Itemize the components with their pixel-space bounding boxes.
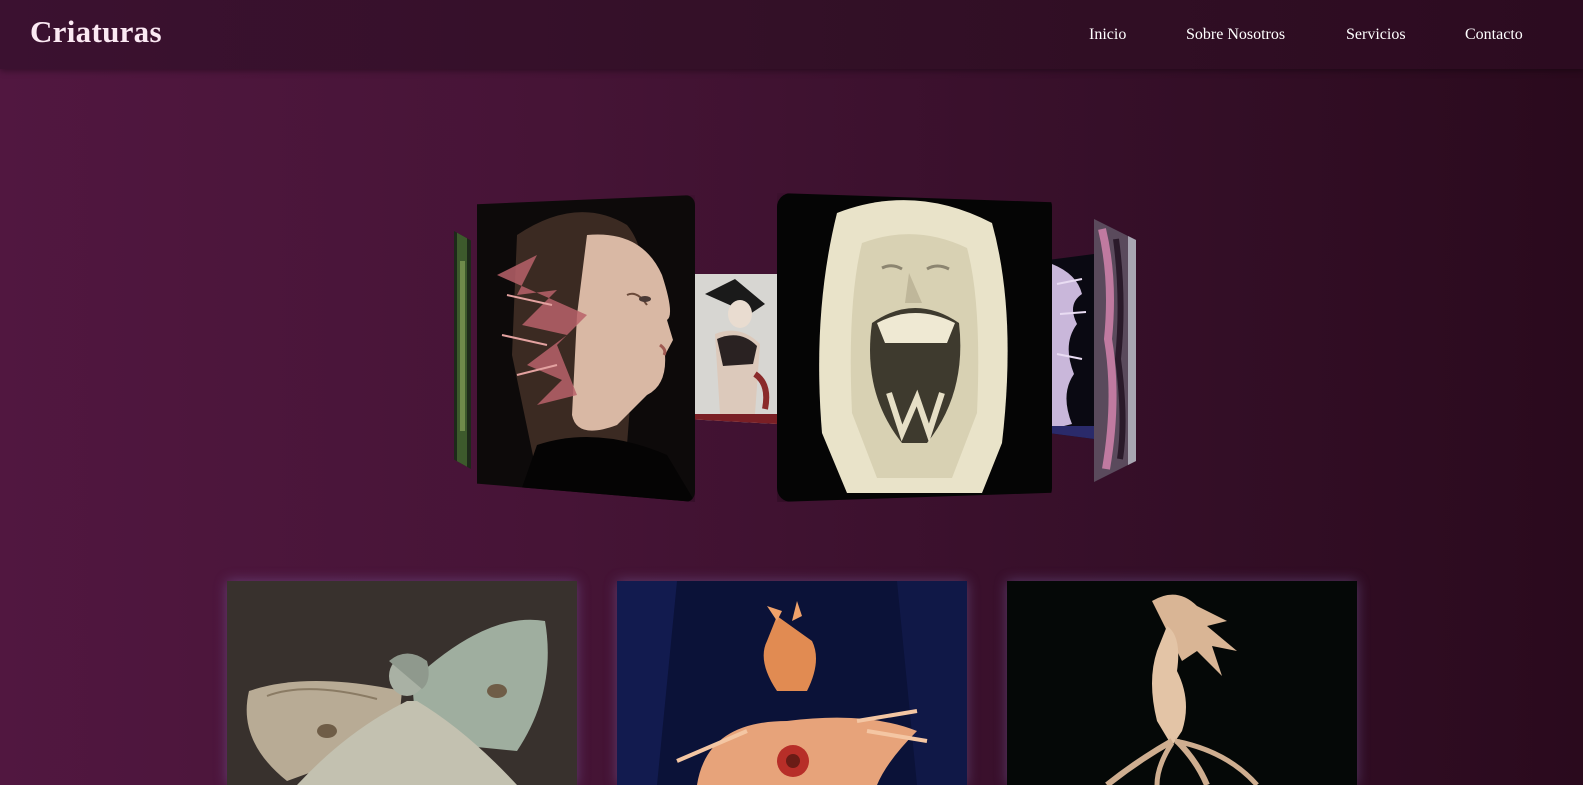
navbar: Criaturas Inicio Sobre Nosotros Servicio…	[0, 0, 1583, 69]
carousel-image-5	[1052, 254, 1094, 439]
nav-link-servicios[interactable]: Servicios	[1346, 26, 1406, 44]
nav-link-inicio[interactable]: Inicio	[1089, 26, 1126, 44]
nav-link-contacto[interactable]: Contacto	[1465, 26, 1523, 44]
image-carousel	[0, 69, 1583, 539]
gallery-item-mermaid-creature[interactable]	[1007, 581, 1357, 785]
gallery-image-3	[1007, 581, 1357, 785]
carousel-item-woman-profile[interactable]	[477, 195, 695, 502]
carousel-item-far-right[interactable]	[1094, 219, 1136, 482]
nav-link-sobre-nosotros[interactable]: Sobre Nosotros	[1186, 26, 1285, 44]
carousel-image-3	[695, 274, 777, 424]
carousel-item-dark-figure[interactable]	[695, 274, 777, 424]
carousel-item-far-left[interactable]	[454, 231, 471, 469]
gallery-image-2	[617, 581, 967, 785]
gallery-item-feather-creature[interactable]	[617, 581, 967, 785]
carousel-image-2	[477, 195, 695, 502]
carousel-image-4	[777, 193, 1052, 502]
carousel-item-lavender-creature[interactable]	[1052, 254, 1094, 439]
gallery-image-1	[227, 581, 577, 785]
image-gallery	[0, 581, 1583, 785]
gallery-item-fairy-statue[interactable]	[227, 581, 577, 785]
main-nav: Inicio Sobre Nosotros Servicios Contacto	[0, 26, 1583, 46]
carousel-image-1	[454, 231, 471, 469]
carousel-image-6	[1094, 219, 1136, 482]
carousel-item-veiled-face[interactable]	[777, 193, 1052, 502]
